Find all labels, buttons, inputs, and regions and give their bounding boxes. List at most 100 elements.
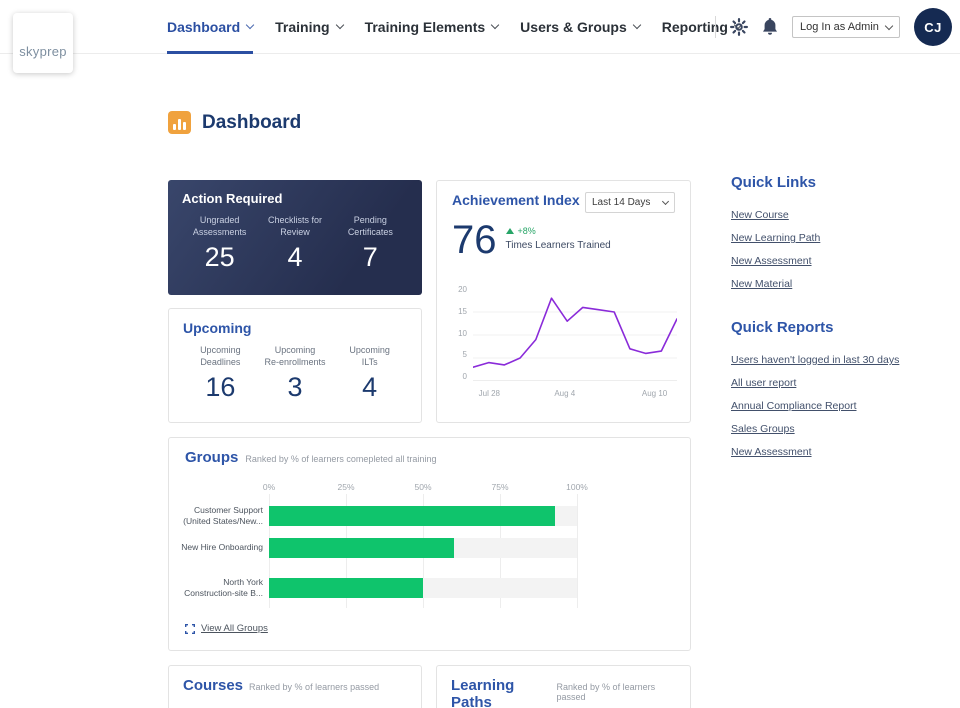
stat-upcoming-ilts[interactable]: Upcoming ILTs 4 <box>332 345 407 403</box>
nav-training-elements[interactable]: Training Elements <box>365 0 500 54</box>
learning-paths-title: Learning Paths <box>451 677 515 708</box>
link-new-course[interactable]: New Course <box>731 209 911 221</box>
upcoming-card: Upcoming Upcoming Deadlines 16 Upcoming … <box>168 308 422 423</box>
stat-value: 4 <box>362 372 378 402</box>
stat-label: Upcoming ILTs <box>349 345 390 367</box>
nav-training-label: Training <box>275 19 330 35</box>
chevron-down-icon <box>661 197 670 206</box>
groups-subtitle: Ranked by % of learners comepleted all t… <box>245 454 437 464</box>
settings-gear-icon[interactable] <box>730 18 748 36</box>
stat-value: 16 <box>205 372 236 402</box>
notifications-bell-icon[interactable] <box>762 18 778 36</box>
groups-title: Groups <box>185 449 239 466</box>
trend-up-icon <box>505 228 514 234</box>
page-title: Dashboard <box>202 111 302 133</box>
link-users-not-logged-in[interactable]: Users haven't logged in last 30 days <box>731 354 911 366</box>
nav-divider <box>715 16 716 38</box>
stat-value: 4 <box>287 242 303 272</box>
stat-checklists-review[interactable]: Checklists for Review 4 <box>257 215 332 273</box>
quick-links-panel: Quick Links New Course New Learning Path… <box>731 174 911 301</box>
bar-track <box>269 578 577 598</box>
group-bar-row[interactable]: North York Construction-site B... <box>169 576 690 598</box>
link-annual-compliance-report[interactable]: Annual Compliance Report <box>731 400 911 412</box>
line-chart-plot <box>473 297 677 381</box>
view-all-groups-link[interactable]: View All Groups <box>185 623 268 634</box>
top-navigation: Dashboard Training Training Elements Use… <box>0 0 960 54</box>
courses-subtitle: Ranked by % of learners passed <box>249 682 380 692</box>
quick-reports-panel: Quick Reports Users haven't logged in la… <box>731 319 911 469</box>
achievement-index-card: Achievement Index Last 14 Days 76 +8% Ti… <box>436 180 691 423</box>
quick-links-title: Quick Links <box>731 174 817 191</box>
learning-paths-subtitle: Ranked by % of learners passed <box>556 682 656 702</box>
chevron-down-icon <box>632 20 642 30</box>
courses-card: Courses Ranked by % of learners passed <box>168 665 422 708</box>
nav-training[interactable]: Training <box>275 0 344 54</box>
chevron-down-icon <box>245 20 255 30</box>
stat-label: Upcoming Deadlines <box>200 345 241 367</box>
chevron-down-icon <box>335 20 344 30</box>
link-new-material[interactable]: New Material <box>731 278 911 290</box>
stat-label: Checklists for Review <box>267 215 322 237</box>
stat-value: 3 <box>287 372 303 402</box>
date-range-dropdown[interactable]: Last 14 Days <box>585 192 675 213</box>
nav-users-groups-label: Users & Groups <box>520 19 627 35</box>
group-bar-row[interactable]: New Hire Onboarding <box>169 538 690 558</box>
upcoming-title: Upcoming <box>183 320 252 336</box>
stat-label: Ungraded Assessments <box>192 215 247 237</box>
admin-login-label: Log In as Admin <box>800 21 879 33</box>
stat-upcoming-deadlines[interactable]: Upcoming Deadlines 16 <box>183 345 258 403</box>
nav-dashboard-label: Dashboard <box>167 19 241 35</box>
upcoming-stats: Upcoming Deadlines 16 Upcoming Re-enroll… <box>183 345 407 403</box>
link-new-learning-path[interactable]: New Learning Path <box>731 232 911 244</box>
groups-card: Groups Ranked by % of learners comeplete… <box>168 437 691 651</box>
bar-track <box>269 506 577 526</box>
link-new-assessment[interactable]: New Assessment <box>731 255 911 267</box>
chevron-down-icon <box>490 20 500 30</box>
action-required-title: Action Required <box>182 191 283 206</box>
achievement-score: 76 <box>452 218 497 262</box>
admin-login-dropdown[interactable]: Log In as Admin <box>792 16 900 38</box>
link-new-assessment-report[interactable]: New Assessment <box>731 446 911 458</box>
user-avatar[interactable]: CJ <box>914 8 952 46</box>
action-required-stats: Ungraded Assessments 25 Checklists for R… <box>182 215 408 273</box>
view-all-groups-label: View All Groups <box>201 623 268 634</box>
stat-upcoming-reenrollments[interactable]: Upcoming Re-enrollments 3 <box>258 345 333 403</box>
y-axis-labels: 20 15 10 5 0 <box>458 285 467 381</box>
bar-track <box>269 538 577 558</box>
date-range-label: Last 14 Days <box>592 197 651 208</box>
nav-dashboard[interactable]: Dashboard <box>167 0 255 54</box>
courses-title: Courses <box>183 677 244 694</box>
logo-text: skyprep <box>19 44 67 59</box>
achievement-line-chart: 20 15 10 5 0 Jul 28 Aug 4 Aug 10 <box>449 285 683 403</box>
avatar-initials: CJ <box>924 19 942 35</box>
link-sales-groups[interactable]: Sales Groups <box>731 423 911 435</box>
group-label: New Hire Onboarding <box>181 542 263 553</box>
group-label: North York Construction-site B... <box>184 576 263 598</box>
nav-right-controls: Log In as Admin CJ <box>715 0 952 54</box>
skyprep-logo[interactable]: skyprep <box>13 13 73 73</box>
stat-ungraded-assessments[interactable]: Ungraded Assessments 25 <box>182 215 257 273</box>
group-bar-row[interactable]: Customer Support (United States/New... <box>169 504 690 526</box>
dashboard-chart-icon <box>168 111 191 134</box>
stat-value: 7 <box>362 242 378 272</box>
stat-label: Pending Certificates <box>347 215 393 237</box>
stat-value: 25 <box>204 242 235 272</box>
quick-reports-title: Quick Reports <box>731 319 834 336</box>
main-menu: Dashboard Training Training Elements Use… <box>167 0 743 54</box>
group-label: Customer Support (United States/New... <box>183 504 263 526</box>
bar-fill <box>269 506 556 526</box>
learning-paths-card: Learning Paths Ranked by % of learners p… <box>436 665 691 708</box>
page-header: Dashboard <box>168 111 301 134</box>
chevron-down-icon <box>884 21 894 30</box>
nav-users-groups[interactable]: Users & Groups <box>520 0 642 54</box>
skyprep-dashboard: Dashboard Training Training Elements Use… <box>0 0 960 708</box>
achievement-delta: +8% <box>517 226 536 236</box>
x-axis-labels: Jul 28 Aug 4 Aug 10 <box>478 389 668 398</box>
expand-icon <box>185 623 195 634</box>
stat-label: Upcoming Re-enrollments <box>264 345 326 367</box>
action-required-card: Action Required Ungraded Assessments 25 … <box>168 180 422 295</box>
achievement-metric-label: Times Learners Trained <box>505 240 611 251</box>
link-all-user-report[interactable]: All user report <box>731 377 911 389</box>
bar-fill <box>269 538 454 558</box>
stat-pending-certificates[interactable]: Pending Certificates 7 <box>333 215 408 273</box>
